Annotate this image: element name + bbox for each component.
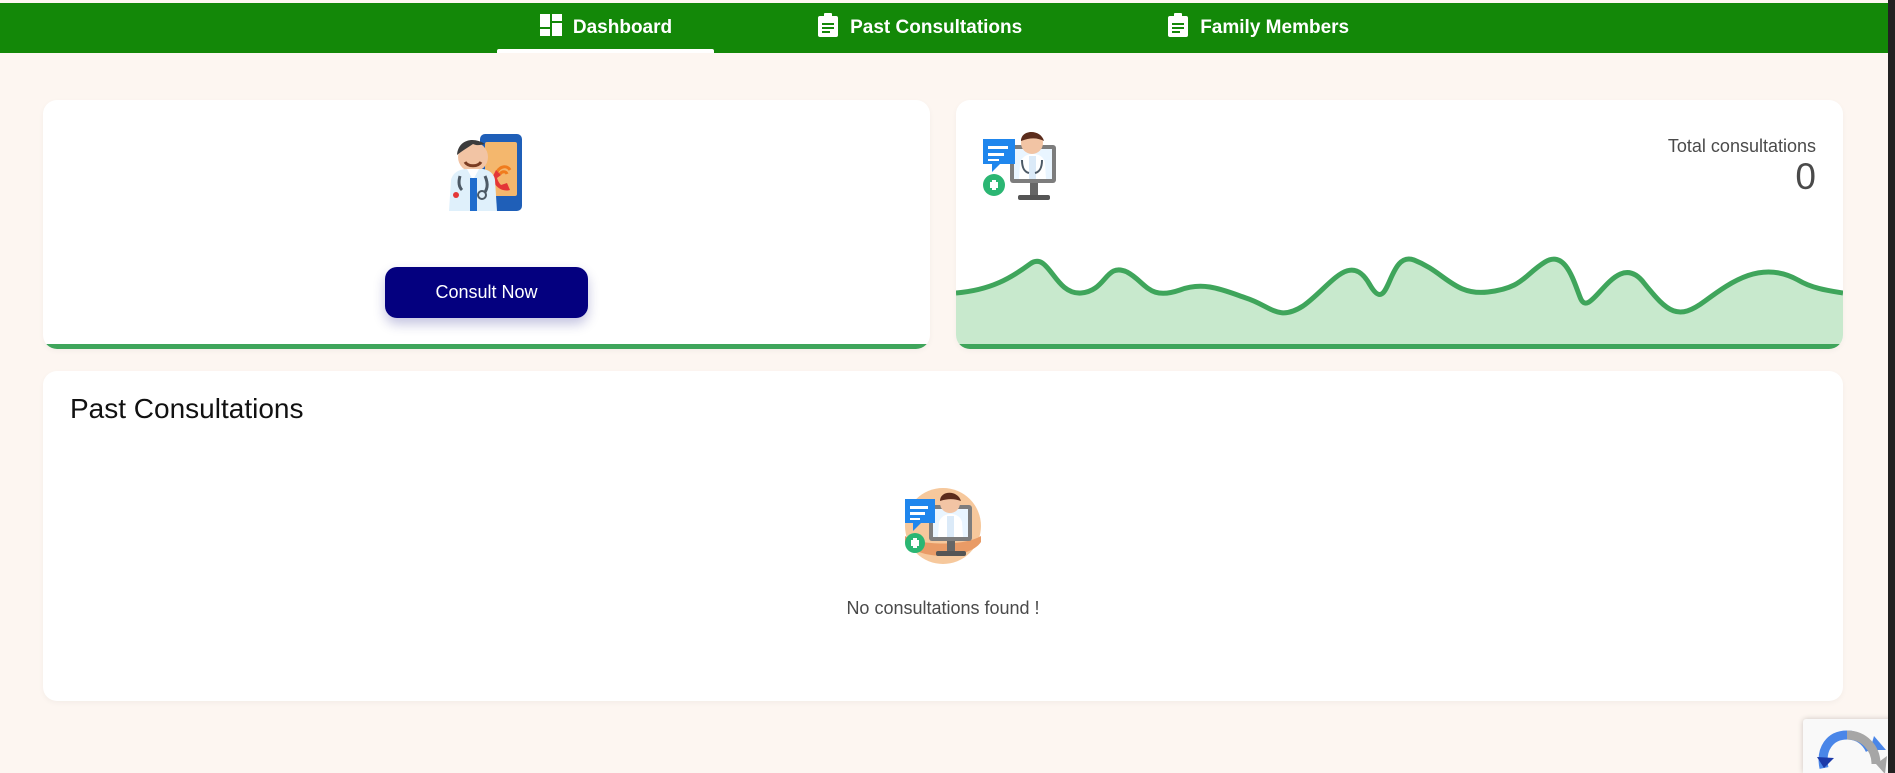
top-navigation-bar: Dashboard Past Consultations Family Memb…	[0, 3, 1888, 53]
past-consultations-title: Past Consultations	[70, 393, 304, 424]
total-consultations-value: 0	[1795, 156, 1816, 197]
card-bottom-accent	[43, 344, 930, 349]
nav-dashboard-label: Dashboard	[572, 17, 673, 38]
consult-now-button[interactable]: Consult Now	[385, 267, 588, 318]
consultation-stats-card: Total consultations 0	[956, 100, 1843, 349]
total-consultations-label: Total consultations	[1667, 136, 1816, 156]
main-navigation: Dashboard Past Consultations Family Memb…	[496, 3, 1391, 53]
card-bottom-accent	[956, 344, 1843, 349]
page: Dashboard Past Consultations Family Memb…	[0, 0, 1895, 773]
clipboard-icon	[816, 12, 840, 44]
window-edge	[1888, 0, 1895, 773]
nav-past-consultations-label: Past Consultations	[850, 17, 1023, 38]
recaptcha-icon	[1817, 730, 1887, 773]
past-consultations-card: Past Consultations No consultations foun…	[43, 371, 1843, 701]
clipboard-icon	[1166, 12, 1190, 44]
consultation-wave-graphic	[956, 240, 1843, 349]
doctor-phone-icon	[443, 134, 525, 212]
doctor-monitor-icon	[904, 487, 982, 565]
empty-state: No consultations found !	[43, 487, 1843, 619]
doctor-monitor-icon	[982, 125, 1064, 207]
recaptcha-badge[interactable]	[1803, 719, 1895, 773]
nav-family-members[interactable]: Family Members	[1124, 3, 1391, 53]
nav-family-members-label: Family Members	[1200, 17, 1350, 38]
empty-state-message: No consultations found !	[846, 598, 1040, 618]
dashboard-icon	[539, 13, 563, 43]
consult-card: Consult Now	[43, 100, 930, 349]
nav-dashboard[interactable]: Dashboard	[496, 3, 715, 53]
nav-past-consultations[interactable]: Past Consultations	[774, 3, 1064, 53]
